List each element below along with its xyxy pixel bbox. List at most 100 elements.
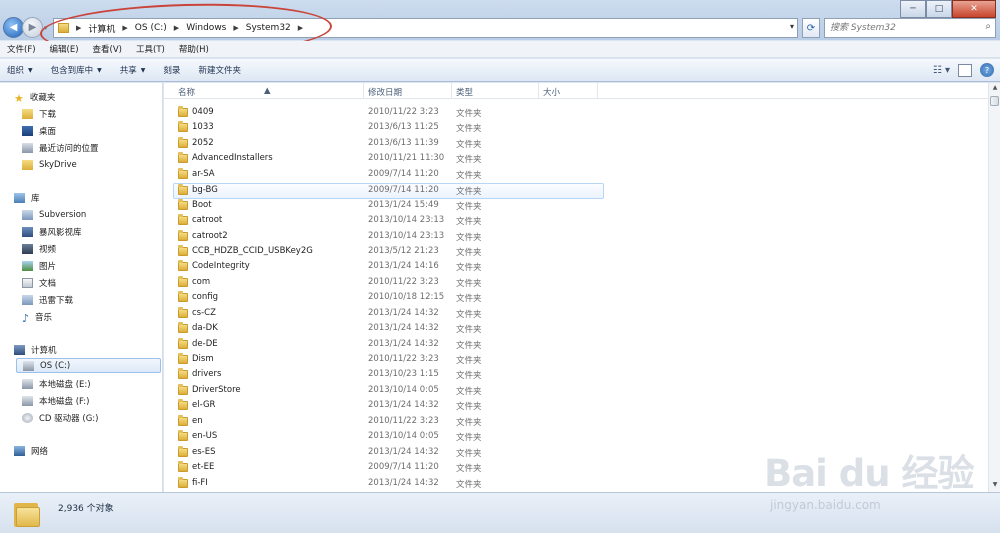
nav-os-c[interactable]: OS (C:) [16, 358, 161, 373]
nav-pictures[interactable]: 图片 [22, 258, 56, 273]
nav-cd-drive-g[interactable]: CD 驱动器 (G:) [22, 410, 98, 425]
file-row[interactable]: es-ES 2013/1/24 14:32 文件夹 [164, 445, 988, 461]
maximize-button[interactable]: □ [926, 0, 952, 18]
file-row[interactable]: ar-SA 2009/7/14 11:20 文件夹 [164, 167, 988, 183]
menu-edit[interactable]: 编辑(E) [43, 43, 86, 55]
file-row[interactable]: 1033 2013/6/13 11:25 文件夹 [164, 121, 988, 136]
file-row[interactable]: Boot 2013/1/24 15:49 文件夹 [164, 198, 988, 214]
column-divider[interactable] [363, 83, 364, 99]
file-row[interactable]: DriverStore 2013/10/14 0:05 文件夹 [164, 383, 988, 399]
nav-music[interactable]: ♪ 音乐 [22, 309, 52, 325]
file-type: 文件夹 [456, 294, 482, 305]
nav-local-disk-f[interactable]: 本地磁盘 (F:) [22, 393, 89, 408]
nav-subversion[interactable]: Subversion [22, 207, 86, 222]
new-folder-button[interactable]: 新建文件夹 [198, 64, 241, 76]
nav-thunder-downloads[interactable]: 迅雷下载 [22, 292, 73, 307]
file-row[interactable]: 0409 2010/11/22 3:23 文件夹 [164, 106, 988, 121]
nav-documents-label: 文档 [39, 278, 57, 289]
column-size[interactable]: 大小 [543, 86, 560, 98]
scrollbar-thumb[interactable] [990, 96, 999, 106]
file-name: ar-SA [192, 168, 215, 179]
menu-file[interactable]: 文件(F) [0, 43, 43, 55]
file-row[interactable]: CCB_HDZB_CCID_USBKey2G 2013/5/12 21:23 文件夹 [164, 244, 988, 260]
column-date-modified[interactable]: 修改日期 [368, 86, 402, 98]
include-library-label: 包含到库中 [50, 66, 94, 76]
back-button[interactable]: ◀ [3, 17, 24, 38]
file-row[interactable]: drivers 2013/10/23 1:15 文件夹 [164, 368, 988, 383]
file-name: Boot [192, 199, 212, 210]
search-input[interactable] [825, 19, 975, 37]
file-row[interactable]: config 2010/10/18 12:15 文件夹 [164, 291, 988, 306]
refresh-button[interactable]: ⟳ [802, 18, 820, 38]
music-icon: ♪ [22, 311, 30, 325]
nav-network[interactable]: 网络 [14, 443, 48, 458]
file-row[interactable]: bg-BG 2009/7/14 11:20 文件夹 [173, 183, 604, 199]
help-icon[interactable]: ? [980, 63, 994, 77]
file-name: fi-FI [192, 477, 208, 488]
file-row[interactable]: de-DE 2013/1/24 14:32 文件夹 [164, 337, 988, 353]
minimize-button[interactable]: ─ [900, 0, 926, 18]
nav-favorites[interactable]: ★ 收藏夹 [14, 89, 55, 105]
file-name: catroot2 [192, 230, 228, 241]
scroll-up-arrow-icon[interactable]: ▲ [990, 84, 1000, 94]
menu-tools[interactable]: 工具(T) [129, 43, 172, 55]
file-type: 文件夹 [456, 402, 482, 413]
file-row[interactable]: en-US 2013/10/14 0:05 文件夹 [164, 430, 988, 445]
search-icon[interactable]: ⌕ [985, 21, 991, 32]
file-row[interactable]: et-EE 2009/7/14 11:20 文件夹 [164, 461, 988, 476]
nav-videos[interactable]: 视频 [22, 241, 56, 256]
sort-ascending-icon: ▲ [264, 86, 271, 96]
nav-downloads-label: 下载 [39, 109, 57, 120]
nav-skydrive[interactable]: SkyDrive [22, 157, 77, 172]
file-date-modified: 2013/1/24 14:32 [368, 307, 439, 318]
documents-icon [22, 277, 33, 288]
search-box[interactable]: ⌕ [824, 18, 996, 38]
file-row[interactable]: catroot 2013/10/14 23:13 文件夹 [164, 214, 988, 229]
file-type: 文件夹 [456, 201, 482, 212]
nav-computer[interactable]: 计算机 [14, 342, 57, 357]
address-history-dropdown[interactable]: ▾ [790, 22, 794, 31]
file-name: bg-BG [192, 185, 218, 196]
file-date-modified: 2013/1/24 15:49 [368, 199, 439, 210]
close-button[interactable]: ✕ [952, 0, 996, 18]
file-type: 文件夹 [456, 109, 482, 119]
burn-button[interactable]: 刻录 [163, 64, 180, 76]
column-divider[interactable] [538, 83, 539, 99]
nav-recent-places[interactable]: 最近访问的位置 [22, 140, 99, 155]
nav-desktop[interactable]: 桌面 [22, 123, 56, 138]
column-name[interactable]: 名称 [178, 86, 195, 98]
file-name: DriverStore [192, 384, 241, 395]
file-date-modified: 2013/1/24 14:32 [368, 338, 439, 349]
file-row[interactable]: el-GR 2013/1/24 14:32 文件夹 [164, 399, 988, 414]
organize-button[interactable]: 组织 ▼ [7, 64, 33, 76]
file-row[interactable]: da-DK 2013/1/24 14:32 文件夹 [164, 322, 988, 337]
nav-downloads[interactable]: 下载 [22, 106, 56, 121]
file-row[interactable]: cs-CZ 2013/1/24 14:32 文件夹 [164, 306, 988, 322]
column-divider[interactable] [451, 83, 452, 99]
nav-local-disk-e[interactable]: 本地磁盘 (E:) [22, 376, 91, 391]
nav-documents[interactable]: 文档 [22, 275, 56, 290]
nav-baofeng-library[interactable]: 暴风影视库 [22, 224, 82, 239]
nav-libraries[interactable]: 库 [14, 190, 40, 205]
preview-pane-icon[interactable] [958, 63, 972, 77]
share-button[interactable]: 共享 ▼ [120, 64, 146, 76]
menu-view[interactable]: 查看(V) [86, 43, 129, 55]
file-row[interactable]: com 2010/11/22 3:23 文件夹 [164, 275, 988, 291]
file-row[interactable]: 2052 2013/6/13 11:39 文件夹 [164, 136, 988, 152]
folder-icon [178, 106, 188, 117]
include-in-library-button[interactable]: 包含到库中 ▼ [51, 64, 102, 76]
column-divider[interactable] [597, 83, 598, 99]
vertical-scrollbar[interactable]: ▲ ▼ [988, 83, 1000, 492]
file-row[interactable]: en 2010/11/22 3:23 文件夹 [164, 414, 988, 430]
scroll-down-arrow-icon[interactable]: ▼ [990, 481, 1000, 491]
file-row[interactable]: AdvancedInstallers 2010/11/21 11:30 文件夹 [164, 152, 988, 167]
computer-icon [14, 344, 25, 355]
skydrive-folder-icon [22, 159, 33, 170]
menu-help[interactable]: 帮助(H) [172, 43, 216, 55]
file-row[interactable]: catroot2 2013/10/14 23:13 文件夹 [164, 229, 988, 245]
column-type[interactable]: 类型 [456, 86, 473, 98]
file-row[interactable]: fi-FI 2013/1/24 14:32 文件夹 [164, 476, 988, 492]
file-row[interactable]: Dism 2010/11/22 3:23 文件夹 [164, 353, 988, 368]
file-row[interactable]: CodeIntegrity 2013/1/24 14:16 文件夹 [164, 260, 988, 275]
view-options-icon[interactable]: ☷ ▾ [933, 65, 950, 76]
